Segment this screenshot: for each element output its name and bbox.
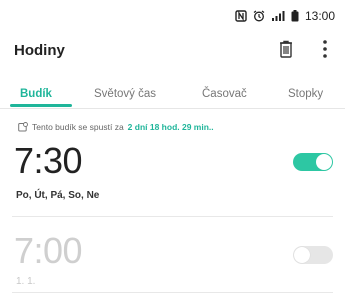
alarm-toggle[interactable] (293, 153, 333, 171)
nfc-icon (235, 10, 247, 22)
app-title: Hodiny (14, 41, 65, 59)
tab-timer[interactable]: Časovač (202, 88, 247, 100)
app-bar: Hodiny (0, 32, 345, 68)
next-alarm-info: Tento budík se spustí za 2 dní 18 hod. 2… (18, 122, 335, 132)
tabs-divider (0, 108, 345, 109)
alarm-toggle[interactable] (293, 246, 333, 264)
battery-icon (291, 10, 299, 22)
tab-indicator (10, 104, 72, 107)
next-alarm-prefix: Tento budík se spustí za (32, 122, 124, 132)
signal-icon (271, 11, 285, 21)
next-alarm-countdown: 2 dní 18 hod. 29 min.. (127, 122, 214, 132)
alarm-item[interactable]: 7:30 Po, Út, Pá, So, Ne (0, 140, 345, 216)
toggle-knob (294, 247, 310, 263)
alarm-days: Po, Út, Pá, So, Ne (16, 190, 100, 201)
alarm-info-icon (18, 122, 28, 132)
status-time: 13:00 (304, 9, 335, 23)
tab-stopwatch[interactable]: Stopky (288, 88, 323, 100)
alarm-days: 1. 1. (16, 276, 36, 287)
alarm-time: 7:30 (14, 140, 83, 181)
divider (12, 216, 333, 217)
divider (12, 292, 333, 293)
trash-icon[interactable] (275, 38, 297, 60)
alarm-time: 7:00 (14, 230, 83, 271)
status-bar: 13:00 (0, 0, 345, 32)
tab-world-clock[interactable]: Světový čas (94, 88, 156, 100)
alarm-item[interactable]: 7:00 1. 1. (0, 230, 345, 296)
alarm-clock-icon (253, 10, 265, 22)
more-vert-icon[interactable] (318, 38, 332, 60)
tab-alarm[interactable]: Budík (20, 88, 52, 100)
toggle-knob (316, 154, 332, 170)
